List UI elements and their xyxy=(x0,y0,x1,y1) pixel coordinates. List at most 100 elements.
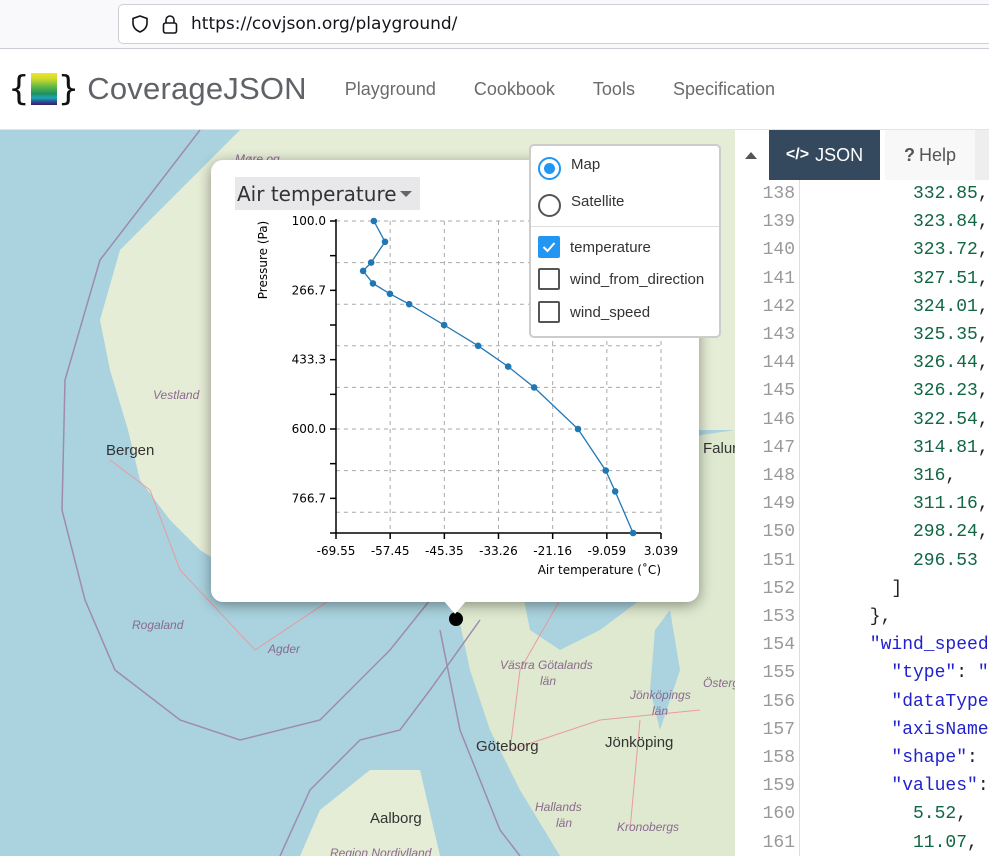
code-text: 326.44, xyxy=(913,353,989,374)
data-point xyxy=(474,342,482,350)
code-text: 325.35, xyxy=(913,325,989,345)
brand-name: CoverageJSON xyxy=(87,71,307,106)
code-line: 159 "values": xyxy=(735,772,989,800)
code-text: 332.85, xyxy=(913,184,989,204)
line-number: 156 xyxy=(762,691,795,712)
code-line: 160 5.52, xyxy=(735,800,967,828)
layer-overlay-wind-from-direction[interactable]: wind_from_direction xyxy=(538,268,704,290)
layer-divider xyxy=(531,226,719,227)
panel-tabbar: </> JSON ? Help xyxy=(735,130,989,180)
y-tick-label: 433.3 xyxy=(292,353,326,367)
code-text: 324.01, xyxy=(913,296,989,317)
brand-link[interactable]: {} CoverageJSON xyxy=(8,69,307,109)
nav-link-cookbook[interactable]: Cookbook xyxy=(474,79,555,100)
layer-overlay-temperature[interactable]: temperature xyxy=(538,236,651,258)
tab-help[interactable]: ? Help xyxy=(885,130,975,180)
line-number: 158 xyxy=(762,748,795,768)
data-point xyxy=(405,300,413,308)
map-city-label: Göteborg xyxy=(476,738,539,755)
data-point xyxy=(359,267,367,275)
data-point xyxy=(370,217,378,225)
code-text: 322.54, xyxy=(913,409,989,430)
lock-icon[interactable] xyxy=(161,14,179,34)
line-number: 147 xyxy=(762,437,795,458)
nav-links: Playground Cookbook Tools Specification xyxy=(345,79,813,100)
data-point xyxy=(369,280,377,287)
code-line: 152] xyxy=(735,575,903,603)
radio-map[interactable] xyxy=(538,157,561,180)
data-point xyxy=(440,321,448,329)
layer-overlay-wind-speed[interactable]: wind_speed xyxy=(538,301,650,323)
layer-label: Map xyxy=(571,156,601,173)
map-region-label: Kronobergs xyxy=(617,820,680,834)
layer-label: wind_speed xyxy=(570,303,651,321)
code-text: 11.07, xyxy=(913,832,978,853)
checkbox-temperature[interactable] xyxy=(538,236,560,258)
code-text: 326.23, xyxy=(913,381,989,402)
nav-link-playground[interactable]: Playground xyxy=(345,79,436,100)
shield-icon[interactable] xyxy=(131,14,149,34)
radio-satellite[interactable] xyxy=(538,194,561,217)
line-number: 145 xyxy=(762,381,795,402)
data-point xyxy=(386,290,394,298)
code-text: 323.72, xyxy=(913,240,989,261)
code-text: 323.84, xyxy=(913,212,989,233)
line-number: 142 xyxy=(762,296,795,317)
collapse-triangle-icon[interactable] xyxy=(745,152,757,159)
code-text: "axisNames xyxy=(891,719,989,740)
code-text: "type": "No xyxy=(891,663,989,684)
map-city-label: Falun xyxy=(703,440,735,457)
code-line: 151 296.53 xyxy=(735,547,978,575)
layer-base-satellite[interactable]: Satellite xyxy=(538,193,624,217)
code-text: "dataType" xyxy=(891,691,989,712)
line-number: 151 xyxy=(762,550,795,571)
tabbar-filler xyxy=(975,130,989,180)
map-region-label: Agder xyxy=(268,642,301,656)
x-tick-label: -69.55 xyxy=(317,544,356,558)
url-text[interactable]: https://covjson.org/playground/ xyxy=(191,14,457,34)
code-line: 153}, xyxy=(735,603,892,631)
code-line: 149 311.16, xyxy=(735,490,989,518)
data-point xyxy=(574,425,582,433)
code-line: 147 314.81, xyxy=(735,434,989,462)
code-line: 146 322.54, xyxy=(735,406,989,434)
layer-control: Map Satellite temperature wind_from_dire… xyxy=(529,144,721,338)
data-point xyxy=(367,259,375,266)
x-tick-label: -21.16 xyxy=(533,544,572,558)
layer-label: wind_from_direction xyxy=(570,270,705,288)
site-navbar: {} CoverageJSON Playground Cookbook Tool… xyxy=(0,49,989,130)
map-region-label: Hallands xyxy=(535,800,582,814)
code-text: 296.53 xyxy=(913,550,978,571)
nav-link-tools[interactable]: Tools xyxy=(593,79,635,100)
map-region-label: Vestland xyxy=(153,388,200,402)
code-editor[interactable]: 138 332.85, 139 323.84, 140 323.72, 141 327.51,… xyxy=(735,180,989,856)
y-tick-label: 100.0 xyxy=(292,214,326,228)
layer-base-map[interactable]: Map xyxy=(538,156,601,180)
location-marker[interactable] xyxy=(449,612,463,626)
checkbox-wind-speed[interactable] xyxy=(538,301,560,323)
code-line: 150 298.24, xyxy=(735,518,989,546)
x-tick-label: 3.039 xyxy=(644,544,678,558)
line-number: 160 xyxy=(762,804,795,825)
tab-json-label: JSON xyxy=(815,144,864,165)
data-point xyxy=(629,529,637,537)
y-axis-label: Pressure (Pa) xyxy=(256,221,270,299)
code-line: 154 "wind_speed" xyxy=(735,631,989,659)
map-city-label: Jönköping xyxy=(605,734,674,751)
line-number: 139 xyxy=(762,212,795,233)
code-text: "wind_speed" xyxy=(869,635,989,656)
y-tick-label: 600.0 xyxy=(292,422,326,436)
tab-json[interactable]: </> JSON xyxy=(769,130,880,180)
checkbox-wind-from-direction[interactable] xyxy=(538,268,560,290)
code-line: 158 "shape": [ xyxy=(735,744,989,772)
code-text: 314.81, xyxy=(913,437,989,458)
browser-toolbar: https://covjson.org/playground/ xyxy=(0,0,989,49)
nav-link-specification[interactable]: Specification xyxy=(673,79,775,100)
line-number: 146 xyxy=(762,409,795,430)
url-bar[interactable]: https://covjson.org/playground/ xyxy=(118,4,989,44)
map-region-label: Västra Götalands xyxy=(500,658,593,672)
code-line: 161 11.07, xyxy=(735,829,978,856)
line-number: 140 xyxy=(762,240,795,261)
layer-label: temperature xyxy=(570,238,651,256)
map-region-label: län xyxy=(652,704,669,718)
